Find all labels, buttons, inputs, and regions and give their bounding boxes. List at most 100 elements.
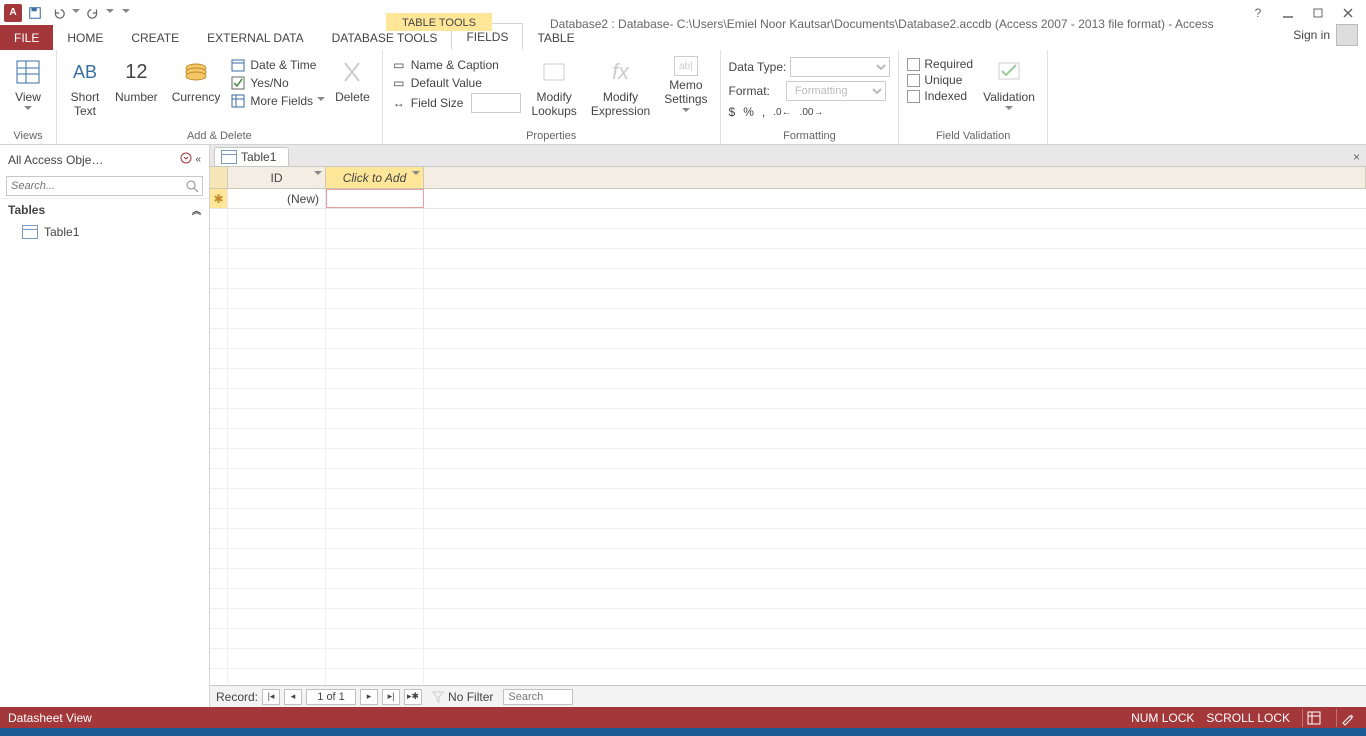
column-header-id[interactable]: ID [228, 167, 326, 188]
data-type-label: Data Type: [729, 60, 787, 74]
name-caption-button: ▭Name & Caption [391, 56, 522, 74]
format-label: Format: [729, 84, 770, 98]
default-icon: ▭ [391, 75, 407, 91]
search-icon[interactable] [185, 179, 199, 196]
modify-expression-button: fxModify Expression [587, 54, 654, 120]
table-icon [221, 150, 237, 164]
status-view-label: Datasheet View [8, 711, 92, 725]
nav-dropdown-icon[interactable] [179, 151, 193, 168]
tab-file[interactable]: FILE [0, 25, 53, 50]
tab-external-data[interactable]: EXTERNAL DATA [193, 25, 317, 50]
scrolllock-indicator: SCROLL LOCK [1206, 711, 1290, 725]
record-label: Record: [216, 690, 258, 704]
no-filter-indicator: No Filter [426, 690, 499, 704]
currency-format-button: $ [729, 105, 736, 119]
yes-no-button[interactable]: Yes/No [230, 74, 325, 92]
memo-icon: ab| [674, 56, 698, 76]
sign-in-link[interactable]: Sign in [1293, 28, 1330, 42]
cell-active-input[interactable] [326, 189, 424, 208]
number-icon: 12 [120, 56, 152, 88]
indexed-checkbox: Indexed [907, 88, 973, 104]
group-views-label: Views [8, 128, 48, 144]
undo-dropdown-icon[interactable] [72, 9, 80, 17]
save-qat-button[interactable] [24, 2, 46, 24]
next-record-button[interactable]: ▸ [360, 689, 378, 705]
contextual-tab-label: TABLE TOOLS [386, 13, 492, 31]
nav-search-input[interactable] [6, 176, 203, 196]
column-header-click-to-add[interactable]: Click to Add [326, 167, 424, 188]
nav-group-tables[interactable]: Tables [8, 203, 45, 217]
tag-icon: ▭ [391, 57, 407, 73]
fx-icon: fx [605, 56, 637, 88]
window-title: Database2 : Database- C:\Users\Emiel Noo… [550, 17, 1214, 31]
more-fields-dropdown-icon [317, 97, 325, 105]
design-view-switch-button[interactable] [1336, 709, 1358, 727]
select-all-cell[interactable] [210, 167, 228, 188]
close-document-button[interactable]: × [1347, 148, 1366, 166]
validation-button: Validation [979, 54, 1039, 116]
windows-taskbar [0, 728, 1366, 736]
currency-button[interactable]: Currency [168, 54, 225, 106]
record-position-input[interactable] [306, 689, 356, 705]
percent-format-button: % [743, 105, 754, 119]
nav-pane-title[interactable]: All Access Obje… [8, 153, 103, 167]
qat-customize-icon[interactable] [122, 9, 130, 17]
redo-dropdown-icon[interactable] [106, 9, 114, 17]
comma-format-button: , [762, 105, 765, 119]
increase-decimals-button: .0← [773, 107, 791, 118]
currency-icon [180, 56, 212, 88]
tab-create[interactable]: CREATE [117, 25, 193, 50]
short-text-button[interactable]: AB Short Text [65, 54, 105, 120]
field-size-input [471, 93, 521, 113]
short-text-icon: AB [69, 56, 101, 88]
table-icon [22, 225, 38, 239]
field-size-button: ↔Field Size [391, 92, 522, 114]
new-record-button[interactable]: ▸✱ [404, 689, 422, 705]
tab-home[interactable]: HOME [53, 25, 117, 50]
number-button[interactable]: 12 Number [111, 54, 162, 106]
default-value-button: ▭Default Value [391, 74, 522, 92]
validation-icon [993, 56, 1025, 88]
data-type-select [790, 57, 890, 77]
checkbox-icon [230, 75, 246, 91]
nav-group-collapse-icon[interactable]: ︽ [192, 204, 201, 217]
size-icon: ↔ [391, 95, 407, 111]
view-button[interactable]: View [8, 54, 48, 116]
help-button[interactable]: ? [1246, 3, 1270, 23]
record-search-input[interactable] [503, 689, 573, 705]
calendar-icon [230, 57, 246, 73]
column-dropdown-icon[interactable] [314, 171, 322, 179]
column-dropdown-icon[interactable] [412, 171, 420, 179]
document-tab-table1[interactable]: Table1 [214, 147, 289, 166]
prev-record-button[interactable]: ◂ [284, 689, 302, 705]
lookups-icon [538, 56, 570, 88]
view-dropdown-icon [24, 106, 32, 114]
datasheet-view-icon [12, 56, 44, 88]
date-time-button[interactable]: Date & Time [230, 56, 325, 74]
empty-header-area [424, 167, 1366, 188]
avatar-icon [1336, 24, 1358, 46]
nav-collapse-icon[interactable]: « [195, 154, 201, 165]
datasheet-view-switch-button[interactable] [1302, 709, 1324, 727]
cell-id-new[interactable]: (New) [228, 189, 326, 208]
more-fields-button[interactable]: More Fields [230, 92, 325, 110]
group-formatting-label: Formatting [729, 128, 891, 144]
delete-icon [336, 56, 368, 88]
access-app-icon: A [4, 4, 22, 22]
redo-qat-button[interactable] [82, 2, 104, 24]
group-properties-label: Properties [391, 128, 712, 144]
group-field-validation-label: Field Validation [907, 128, 1039, 144]
new-row-selector[interactable]: ✱ [210, 189, 228, 208]
modify-lookups-button: Modify Lookups [527, 54, 580, 120]
format-select: Formatting [786, 81, 886, 101]
nav-item-table1[interactable]: Table1 [0, 221, 209, 243]
first-record-button[interactable]: |◂ [262, 689, 280, 705]
memo-settings-button: ab|Memo Settings [660, 54, 711, 118]
undo-qat-button[interactable] [48, 2, 70, 24]
group-add-delete-label: Add & Delete [65, 128, 374, 144]
required-checkbox: Required [907, 56, 973, 72]
numlock-indicator: NUM LOCK [1131, 711, 1194, 725]
last-record-button[interactable]: ▸| [382, 689, 400, 705]
more-fields-icon [230, 93, 246, 109]
decrease-decimals-button: .00→ [800, 107, 824, 118]
